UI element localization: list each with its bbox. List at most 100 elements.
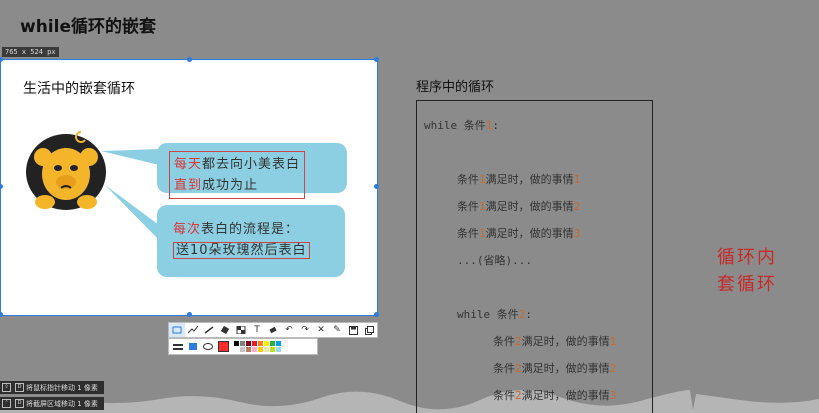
row-n: 2 (515, 389, 522, 402)
row-a: 条件 (493, 362, 515, 375)
key-ctrl-icon: ⌃ (2, 399, 11, 408)
key-shift-icon: ⇧ (2, 383, 11, 392)
code-row-inner-2: 条件2满足时，做的事情2 (493, 360, 616, 376)
kw-while: while (424, 119, 458, 132)
text-icon[interactable]: T (249, 323, 265, 337)
save-icon[interactable] (345, 323, 361, 337)
bubble-1-text-b: 成功为止 (202, 178, 259, 193)
row-b: 满足时，做的事情 (485, 227, 574, 240)
capture-region[interactable]: 生活中的嵌套循环 每天都去向小美表白 直到成功为止 每次表白的流程是： 送10朵… (0, 57, 379, 317)
marker-icon[interactable] (217, 323, 233, 337)
row-m: 1 (573, 173, 581, 186)
bubble-tails (101, 149, 159, 240)
row-n: 1 (479, 173, 486, 186)
bubble-2-text-a: 表白的流程是： (201, 222, 300, 237)
bubble-1-red-b: 直到 (174, 178, 203, 193)
palette-swatch-5[interactable] (264, 341, 269, 346)
palette-swatch-0[interactable] (234, 341, 239, 346)
code-box: while 条件1: 条件1满足时，做的事情1 条件1满足时，做的事情2 条件1… (416, 100, 653, 413)
line-width-icon[interactable] (173, 343, 183, 350)
side-note: 循环内 套循环 (717, 244, 777, 298)
colon: : (525, 308, 532, 321)
row-b: 满足时，做的事情 (521, 335, 610, 348)
bubble-1-text-a: 都去向小美表白 (202, 157, 301, 172)
code-line-while2: while 条件2: (457, 306, 532, 322)
resize-handle-mr[interactable] (374, 184, 379, 189)
eraser-icon[interactable] (265, 323, 281, 337)
rect-shape-icon[interactable] (188, 342, 198, 351)
palette-swatch-3[interactable] (252, 341, 257, 346)
code-row-inner-1: 条件2满足时，做的事情1 (493, 333, 616, 349)
code-ellipsis: ...(省略)... (457, 254, 532, 267)
code-row-outer-1: 条件1满足时，做的事情1 (457, 171, 580, 187)
resize-handle-tl[interactable] (0, 57, 3, 62)
resize-handle-ml[interactable] (0, 184, 3, 189)
pin-icon[interactable]: ✎ (329, 323, 345, 337)
code-row-outer-2: 条件1满足时，做的事情2 (457, 198, 580, 214)
row-b: 满足时，做的事情 (521, 362, 610, 375)
row-n: 1 (479, 200, 486, 213)
ellipse-shape-icon[interactable] (203, 343, 213, 350)
code-line-while1: while 条件1: (424, 117, 499, 133)
monkey-mascot (26, 131, 106, 210)
side-note-line2: 套循环 (717, 274, 777, 295)
speech-bubble-2: 每次表白的流程是： 送10朵玫瑰然后表白 (157, 205, 345, 277)
audio-waveform (0, 390, 819, 413)
bubble-2-red-a: 每次 (173, 222, 202, 237)
resize-handle-tm[interactable] (187, 57, 192, 62)
palette-swatch-11[interactable] (252, 347, 257, 352)
palette-swatch-6[interactable] (270, 341, 275, 346)
key-arrow-icon: D (15, 399, 24, 408)
row-n: 2 (515, 335, 522, 348)
palette-swatch-14[interactable] (270, 347, 275, 352)
copy-icon[interactable] (361, 323, 377, 337)
resize-handle-br[interactable] (374, 312, 379, 317)
status-hint-1-text: 将鼠标指针移动 1 像素 (26, 383, 98, 392)
line-icon[interactable] (185, 323, 201, 337)
palette-swatch-9[interactable] (240, 347, 245, 352)
row-m: 2 (609, 362, 617, 375)
row-a: 条件 (493, 335, 515, 348)
bubble-2-text-b: 送10朵玫瑰然后表白 (173, 242, 310, 259)
color-palette[interactable] (234, 341, 281, 352)
palette-swatch-8[interactable] (234, 347, 239, 352)
row-m: 2 (573, 200, 581, 213)
palette-swatch-13[interactable] (264, 347, 269, 352)
redo-icon[interactable]: ↷ (297, 323, 313, 337)
colon: : (492, 119, 499, 132)
cond-label: 条件 (463, 119, 486, 132)
row-m: 1 (609, 335, 617, 348)
palette-swatch-12[interactable] (258, 347, 263, 352)
bubble-2-text: 每次表白的流程是： 送10朵玫瑰然后表白 (169, 217, 314, 263)
life-title: 生活中的嵌套循环 (23, 81, 135, 97)
palette-swatch-1[interactable] (240, 341, 245, 346)
palette-swatch-4[interactable] (258, 341, 263, 346)
selected-color-swatch[interactable] (218, 341, 229, 352)
palette-swatch-10[interactable] (246, 347, 251, 352)
key-arrow-icon: D (15, 383, 24, 392)
status-hint-1: ⇧ D 将鼠标指针移动 1 像素 (0, 381, 104, 394)
row-m: 3 (609, 389, 617, 402)
side-note-line1: 循环内 (717, 247, 777, 268)
row-a: 条件 (457, 227, 479, 240)
close-icon[interactable]: ✕ (313, 323, 329, 337)
row-b: 满足时，做的事情 (521, 389, 610, 402)
palette-swatch-7[interactable] (276, 341, 281, 346)
resize-handle-tr[interactable] (374, 57, 379, 62)
rect-icon[interactable] (169, 323, 185, 337)
row-b: 满足时，做的事情 (485, 173, 574, 186)
pen-icon[interactable] (201, 323, 217, 337)
undo-icon[interactable]: ↶ (281, 323, 297, 337)
code-title: 程序中的循环 (416, 80, 495, 95)
row-a: 条件 (457, 173, 479, 186)
row-a: 条件 (457, 200, 479, 213)
kw-while: while (457, 308, 491, 321)
palette-swatch-2[interactable] (246, 341, 251, 346)
status-hint-2-text: 将截屏区域移动 1 像素 (26, 399, 98, 408)
bubble-1-text: 每天都去向小美表白 直到成功为止 (169, 151, 306, 199)
speech-bubble-1: 每天都去向小美表白 直到成功为止 (157, 143, 347, 199)
mosaic-icon[interactable] (233, 323, 249, 337)
cond-label: 条件 (496, 308, 519, 321)
resize-handle-bm[interactable] (187, 312, 192, 317)
palette-swatch-15[interactable] (276, 347, 281, 352)
